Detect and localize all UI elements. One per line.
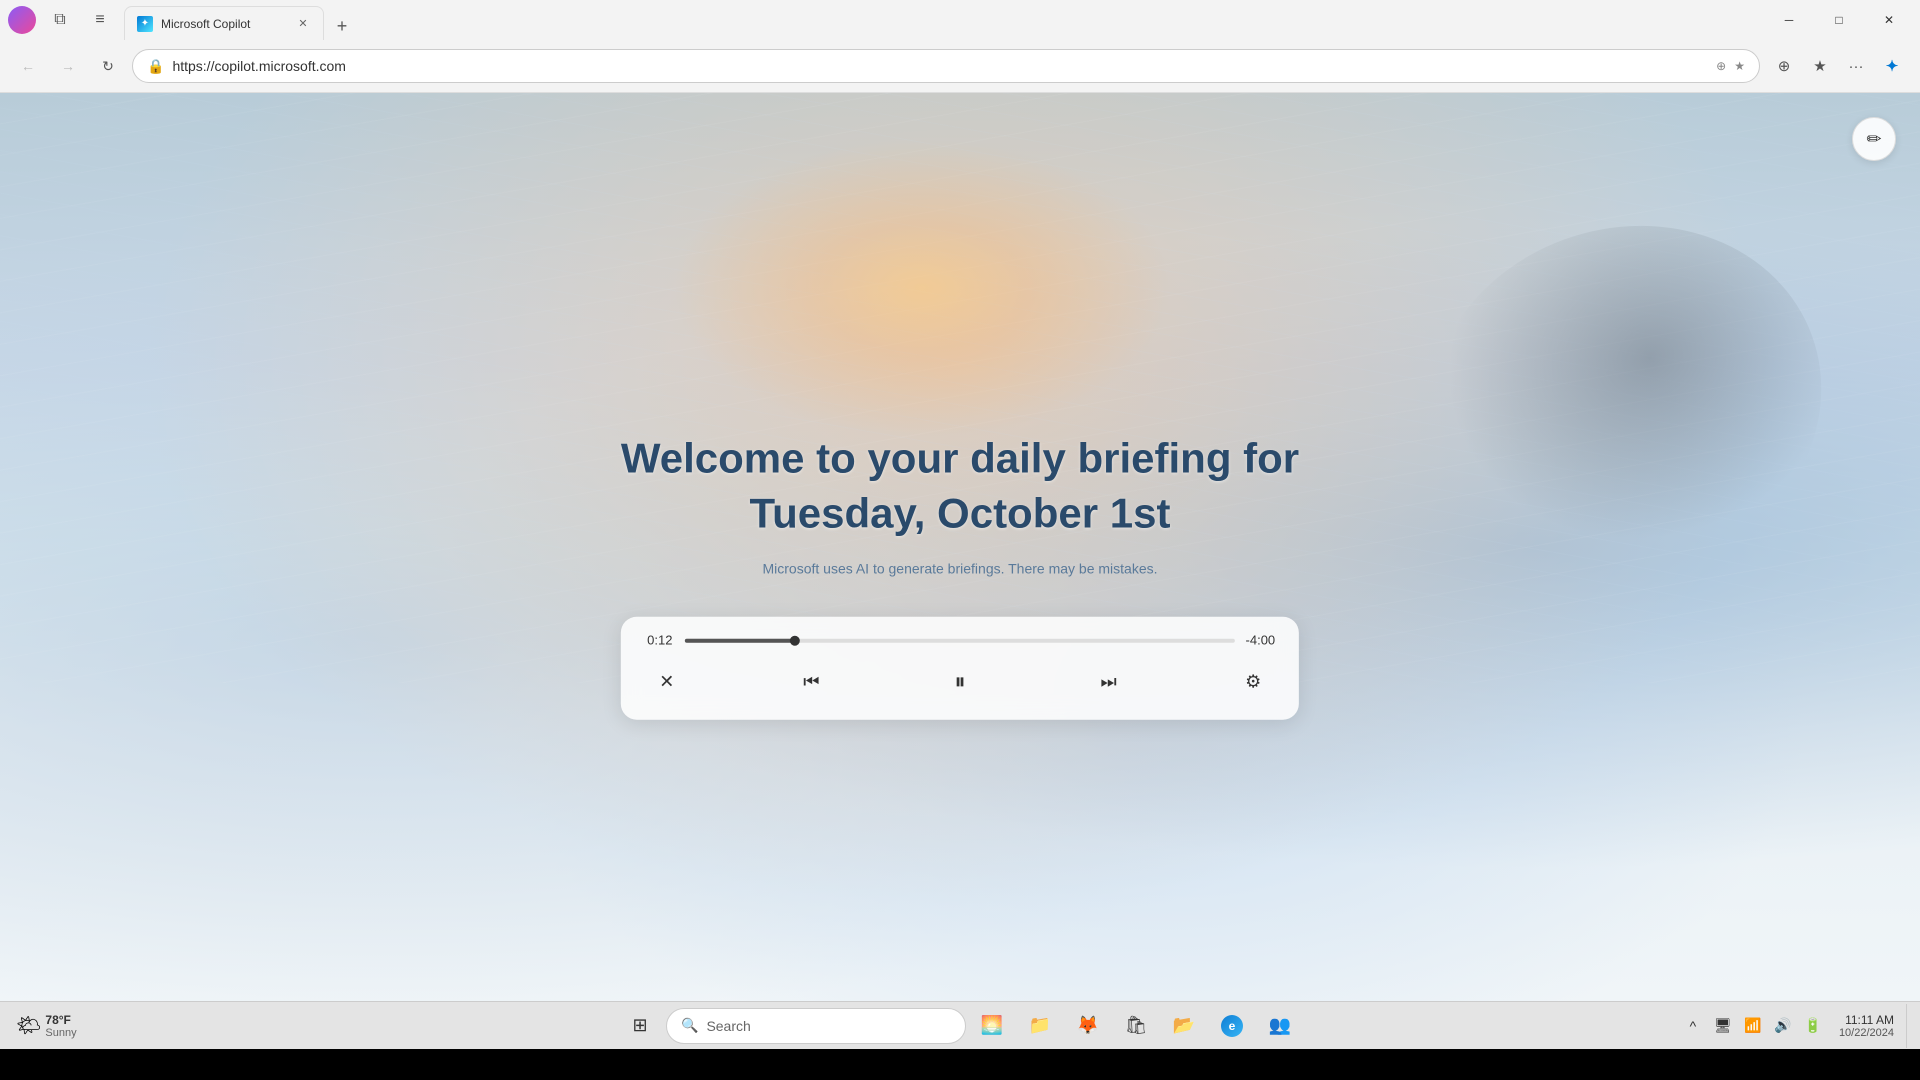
widgets-icon: 🌅: [981, 1015, 1003, 1036]
profile-avatar[interactable]: [8, 6, 36, 34]
progress-fill: [685, 638, 795, 642]
welcome-line-1: Welcome to your daily briefing for: [621, 435, 1299, 482]
more-button[interactable]: ···: [1840, 50, 1872, 82]
tray-wifi-icon[interactable]: 📶: [1739, 1012, 1767, 1040]
star-icon: ★: [1734, 59, 1745, 73]
url-text: https://copilot.microsoft.com: [172, 58, 1708, 74]
taskbar-app-firefox[interactable]: 🦊: [1066, 1004, 1110, 1048]
tab-title: Microsoft Copilot: [161, 17, 287, 31]
weather-condition: Sunny: [45, 1027, 76, 1039]
tray-volume-icon[interactable]: 🔊: [1769, 1012, 1797, 1040]
pen-icon: ✏: [1866, 129, 1881, 150]
progress-row: 0:12 -4:00: [645, 633, 1275, 648]
player-controls: ✕ ⏮ ⏸ ⏭ ⚙: [645, 660, 1275, 704]
teams-icon: 👥: [1269, 1015, 1291, 1036]
close-button[interactable]: ✕: [1866, 4, 1912, 36]
file-explorer-icon: 📁: [1029, 1015, 1051, 1036]
forward-button[interactable]: →: [52, 50, 84, 82]
tray-display-icon[interactable]: 🖥: [1709, 1012, 1737, 1040]
system-tray: ^ 🖥 📶 🔊 🔋: [1679, 1012, 1827, 1040]
remaining-time: -4:00: [1245, 633, 1275, 648]
content-area: Welcome to your daily briefing for Tuesd…: [621, 432, 1299, 720]
firefox-icon: 🦊: [1077, 1015, 1099, 1036]
tab-microsoft-copilot[interactable]: ✦ Microsoft Copilot ✕: [124, 6, 324, 40]
windows-logo-icon: ⊞: [632, 1015, 647, 1036]
favorites-button[interactable]: ★: [1804, 50, 1836, 82]
fast-forward-icon: ⏭: [1100, 671, 1116, 692]
back-button[interactable]: ←: [12, 50, 44, 82]
browser-chrome: ⧉ ≡ ✦ Microsoft Copilot ✕ + ─ □ ✕ ← → ↻ …: [0, 0, 1920, 93]
copilot-tab-favicon: ✦: [137, 16, 153, 32]
taskbar-search[interactable]: 🔍 Search: [666, 1008, 966, 1044]
taskbar-left: 🌤 78°F Sunny: [0, 1009, 93, 1043]
windows-start-button[interactable]: ⊞: [618, 1004, 662, 1048]
settings-button[interactable]: ⚙: [1235, 664, 1271, 700]
address-bar: ← → ↻ 🔒 https://copilot.microsoft.com ⊕ …: [0, 40, 1920, 92]
settings-icon: ⚙: [1245, 671, 1261, 692]
new-tab-button[interactable]: +: [328, 12, 356, 40]
taskbar-search-text: Search: [706, 1018, 750, 1034]
audio-player: 0:12 -4:00 ✕ ⏮: [621, 617, 1299, 720]
taskbar-app-file-explorer[interactable]: 📁: [1018, 1004, 1062, 1048]
lock-icon: 🔒: [147, 58, 164, 75]
tray-battery-icon[interactable]: 🔋: [1799, 1012, 1827, 1040]
close-player-button[interactable]: ✕: [649, 664, 685, 700]
close-icon: ✕: [659, 671, 674, 692]
fast-forward-button[interactable]: ⏭: [1091, 664, 1127, 700]
taskbar-app-folder[interactable]: 📂: [1162, 1004, 1206, 1048]
pause-icon: ⏸: [954, 669, 965, 695]
vertical-tabs-button[interactable]: ≡: [84, 4, 116, 36]
minimize-button[interactable]: ─: [1766, 4, 1812, 36]
copilot-sidebar-button[interactable]: ✦: [1876, 50, 1908, 82]
refresh-button[interactable]: ↻: [92, 50, 124, 82]
edge-logo-icon: e: [1221, 1015, 1243, 1037]
warm-light-overlay: [672, 138, 1172, 438]
progress-thumb: [790, 635, 800, 645]
weather-icon: 🌤: [16, 1013, 41, 1038]
extensions-button[interactable]: ⊕: [1768, 50, 1800, 82]
clock-date: 10/22/2024: [1839, 1027, 1894, 1039]
disclaimer-text: Microsoft uses AI to generate briefings.…: [621, 561, 1299, 577]
system-clock[interactable]: 11:11 AM 10/22/2024: [1831, 1013, 1902, 1039]
rewind-button[interactable]: ⏮: [793, 664, 829, 700]
refresh-hint-icon: ⊕: [1716, 59, 1726, 73]
store-icon: 🛍: [1125, 1015, 1148, 1036]
maximize-button[interactable]: □: [1816, 4, 1862, 36]
taskbar-app-store[interactable]: 🛍: [1114, 1004, 1158, 1048]
taskbar: 🌤 78°F Sunny ⊞ 🔍 Search 🌅 📁 🦊 🛍: [0, 1001, 1920, 1049]
folder-icon: 📂: [1173, 1015, 1195, 1036]
show-desktop-button[interactable]: [1906, 1004, 1912, 1048]
weather-info: 78°F Sunny: [45, 1013, 76, 1039]
welcome-line-2: Tuesday, October 1st: [750, 489, 1171, 536]
taskbar-app-edge[interactable]: e: [1210, 1004, 1254, 1048]
tab-close-button[interactable]: ✕: [295, 16, 311, 32]
tab-groups-button[interactable]: ⧉: [44, 4, 76, 36]
weather-temp: 78°F: [45, 1013, 76, 1027]
welcome-title: Welcome to your daily briefing for Tuesd…: [621, 432, 1299, 541]
taskbar-right: ^ 🖥 📶 🔊 🔋 11:11 AM 10/22/2024: [1671, 1004, 1920, 1048]
taskbar-app-teams[interactable]: 👥: [1258, 1004, 1302, 1048]
main-content: ✏ Welcome to your daily briefing for Tue…: [0, 93, 1920, 1001]
current-time: 0:12: [645, 633, 675, 648]
progress-bar[interactable]: [685, 638, 1235, 642]
taskbar-center: ⊞ 🔍 Search 🌅 📁 🦊 🛍 📂 e 👥: [618, 1004, 1302, 1048]
title-bar: ⧉ ≡ ✦ Microsoft Copilot ✕ + ─ □ ✕: [0, 0, 1920, 40]
browser-actions: ⊕ ★ ··· ✦: [1768, 50, 1908, 82]
edit-button[interactable]: ✏: [1852, 117, 1896, 161]
taskbar-app-widgets[interactable]: 🌅: [970, 1004, 1014, 1048]
rewind-icon: ⏮: [803, 671, 819, 692]
window-controls: ─ □ ✕: [1766, 4, 1912, 36]
clock-time: 11:11 AM: [1839, 1013, 1894, 1027]
tray-chevron[interactable]: ^: [1679, 1012, 1707, 1040]
taskbar-search-icon: 🔍: [681, 1017, 698, 1034]
url-bar[interactable]: 🔒 https://copilot.microsoft.com ⊕ ★: [132, 49, 1760, 83]
pause-button[interactable]: ⏸: [938, 660, 982, 704]
weather-widget[interactable]: 🌤 78°F Sunny: [8, 1009, 85, 1043]
